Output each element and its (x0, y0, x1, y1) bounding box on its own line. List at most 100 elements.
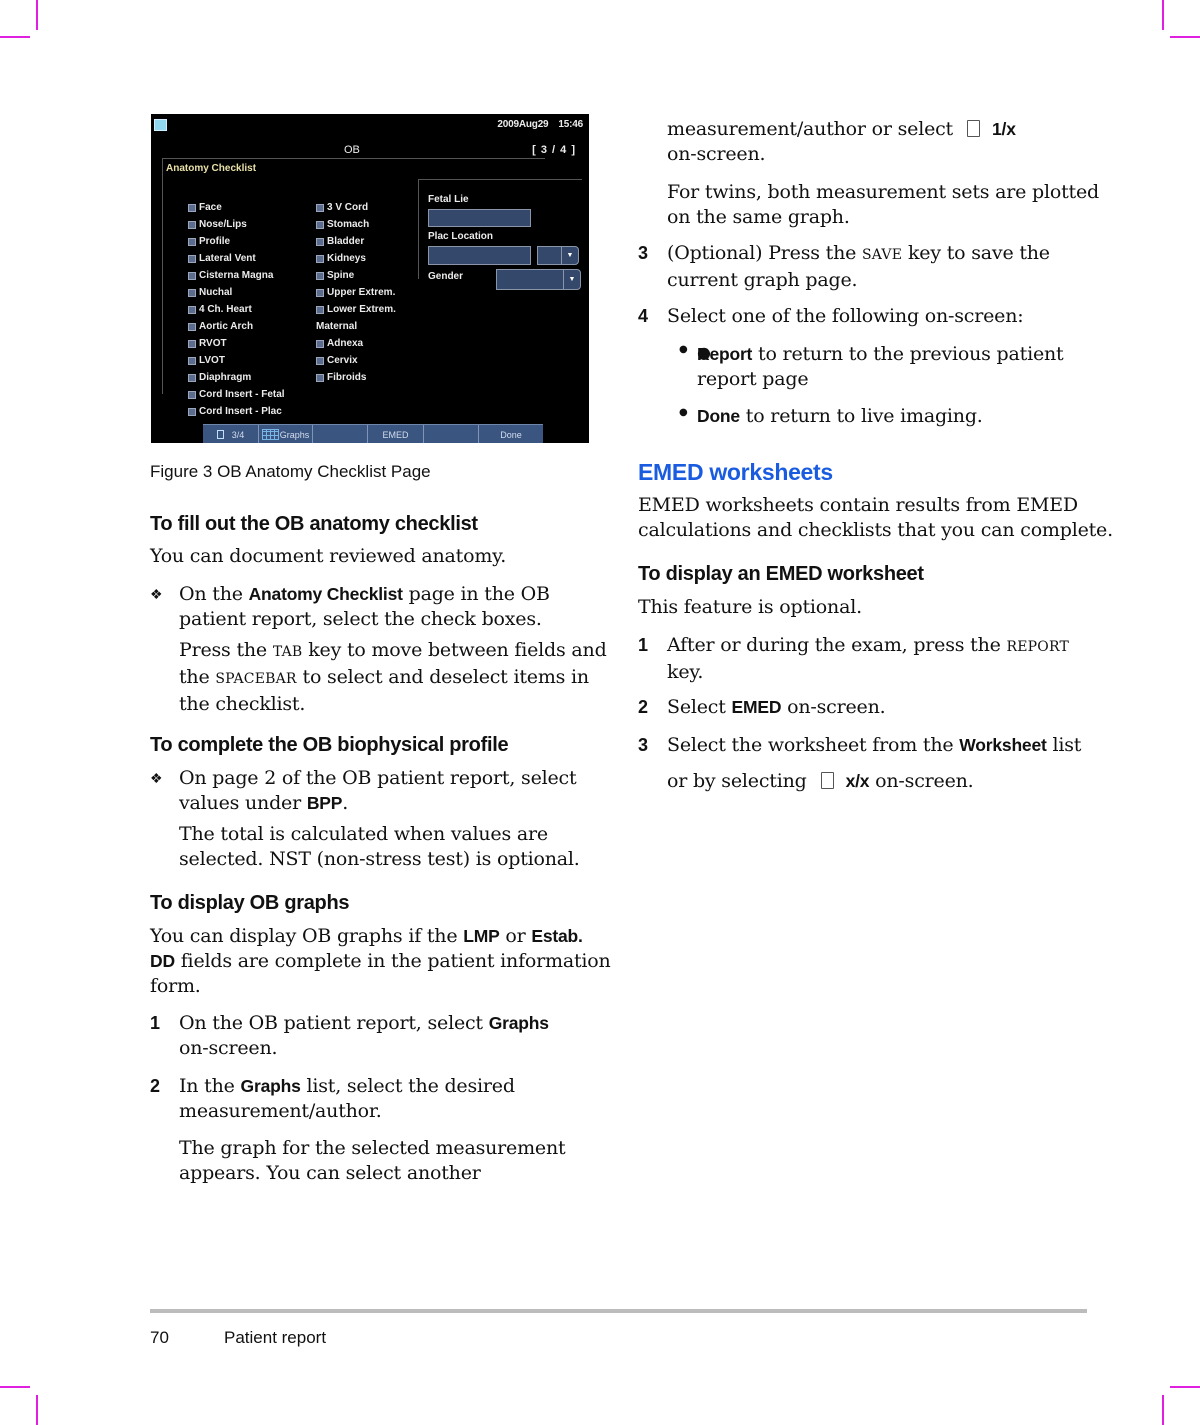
checklist-item-label: Cervix (327, 355, 358, 366)
note-text: The graph for the selected measurement ap… (179, 1137, 566, 1184)
crop-mark-tr-h (1170, 36, 1200, 38)
checklist-item[interactable]: 3 V Cord (316, 199, 396, 216)
checkbox[interactable] (188, 356, 196, 365)
checklist-item[interactable]: RVOT (188, 335, 285, 352)
page-button[interactable]: 3/4 (203, 425, 259, 443)
empty-softkey (424, 425, 479, 443)
checklist-item[interactable]: Nuchal (188, 284, 285, 301)
checkbox[interactable] (188, 339, 196, 348)
checklist-item[interactable]: Face (188, 199, 285, 216)
step-number: 3 (638, 735, 649, 755)
checklist-item[interactable]: Adnexa (316, 335, 396, 352)
checkbox[interactable] (188, 390, 196, 399)
section-title: Anatomy Checklist (166, 163, 257, 174)
step-number: 3 (638, 243, 649, 263)
graphs-button[interactable]: Graphs (259, 425, 313, 443)
gender-dropdown[interactable]: ▼ (496, 269, 581, 290)
paragraph: EMED worksheets contain results from EME… (638, 494, 1113, 541)
checkbox[interactable] (188, 203, 196, 212)
done-button[interactable]: Done (479, 425, 543, 443)
empty-softkey (313, 425, 368, 443)
checklist-item[interactable]: Cord Insert - Fetal (188, 386, 285, 403)
checkbox[interactable] (188, 288, 196, 297)
graph-icon (261, 429, 279, 440)
ob-anatomy-checklist-screenshot: 2009Aug29 15:46 OB [ 3 / 4 ] Anatomy Chec… (151, 114, 589, 443)
checkbox[interactable] (316, 373, 324, 382)
right-panel-divider (418, 179, 582, 180)
checklist-item[interactable]: Lateral Vent (188, 250, 285, 267)
checkbox[interactable] (188, 322, 196, 331)
panel-divider-vertical (162, 158, 163, 394)
crop-mark-tr-v (1162, 0, 1164, 30)
checkbox[interactable] (316, 237, 324, 246)
checklist-item[interactable]: Bladder (316, 233, 396, 250)
plac-location-input[interactable] (428, 246, 531, 265)
page-icon (820, 772, 834, 789)
heading-emed-worksheets: EMED worksheets (638, 459, 833, 485)
plac-location-dropdown[interactable]: ▼ (537, 246, 579, 265)
checkbox[interactable] (188, 254, 196, 263)
step-text: On the Anatomy Checklist page in the OB p… (179, 583, 550, 630)
step-text: or by selecting x/x on-screen. (667, 770, 974, 792)
step-number: 1 (638, 635, 649, 655)
checkbox[interactable] (316, 339, 324, 348)
step-text: Select the worksheet from the Worksheet … (667, 734, 1082, 756)
footer-rule (150, 1309, 1087, 1313)
checkbox[interactable] (316, 203, 324, 212)
checkbox[interactable] (316, 305, 324, 314)
checklist-item[interactable]: Spine (316, 267, 396, 284)
checklist-item-label: Profile (199, 236, 231, 247)
heading-biophysical-profile: To complete the OB biophysical profile (150, 734, 509, 756)
date: 2009Aug29 (497, 119, 549, 130)
mode-title: OB (344, 144, 360, 156)
chevron-down-icon: ▼ (563, 270, 580, 289)
page-indicator: [ 3 / 4 ] (532, 144, 575, 156)
checklist-item-label: Cord Insert - Fetal (199, 389, 285, 400)
checkbox[interactable] (188, 305, 196, 314)
gender-label: Gender (428, 271, 464, 282)
step-number: 2 (638, 697, 649, 717)
checkbox[interactable] (188, 373, 196, 382)
checkbox[interactable] (188, 271, 196, 280)
paragraph: This feature is optional. (638, 596, 862, 618)
heading-display-ob-graphs: To display OB graphs (150, 892, 350, 914)
fetal-lie-input[interactable] (428, 209, 531, 227)
checklist-item[interactable]: Aortic Arch (188, 318, 285, 335)
note-text: The total is calculated when values are s… (179, 823, 580, 870)
checklist-item[interactable]: Profile (188, 233, 285, 250)
checklist-item[interactable]: Lower Extrem. (316, 301, 396, 318)
checklist-item[interactable]: Kidneys (316, 250, 396, 267)
page-button-label: 3/4 (231, 429, 245, 440)
checklist-item[interactable]: Stomach (316, 216, 396, 233)
checkbox[interactable] (188, 237, 196, 246)
checklist-item[interactable]: Cord Insert - Plac (188, 403, 285, 420)
graphs-button-label: Graphs (279, 429, 310, 440)
checklist-item[interactable]: LVOT (188, 352, 285, 369)
checklist-item-label: Upper Extrem. (327, 287, 396, 298)
checklist-item-label: Cisterna Magna (199, 270, 274, 281)
checkbox[interactable] (188, 407, 196, 416)
checklist-item[interactable]: Fibroids (316, 369, 396, 386)
checklist-item[interactable]: 4 Ch. Heart (188, 301, 285, 318)
checklist-item[interactable]: Cervix (316, 352, 396, 369)
right-panel-divider-vertical (418, 179, 419, 279)
checkbox[interactable] (316, 254, 324, 263)
crop-mark-br-v (1162, 1395, 1164, 1425)
checklist-item[interactable]: Diaphragm (188, 369, 285, 386)
step-text: In the Graphs list, select the desired me… (179, 1075, 515, 1122)
checklist-item[interactable]: Nose/Lips (188, 216, 285, 233)
checkbox[interactable] (188, 220, 196, 229)
checkbox[interactable] (316, 271, 324, 280)
checkbox[interactable] (316, 288, 324, 297)
checklist-item[interactable]: Upper Extrem. (316, 284, 396, 301)
checklist-item[interactable]: Cisterna Magna (188, 267, 285, 284)
diamond-bullet-icon: ❖ (150, 587, 163, 603)
time: 15:46 (558, 119, 583, 130)
checkbox[interactable] (316, 356, 324, 365)
checklist-item-label: Diaphragm (199, 372, 252, 383)
step-number: 2 (150, 1076, 161, 1096)
checkbox[interactable] (316, 220, 324, 229)
emed-button[interactable]: EMED (368, 425, 424, 443)
checklist-item-label: Cord Insert - Plac (199, 406, 282, 417)
checklist-item-label: Stomach (327, 219, 370, 230)
